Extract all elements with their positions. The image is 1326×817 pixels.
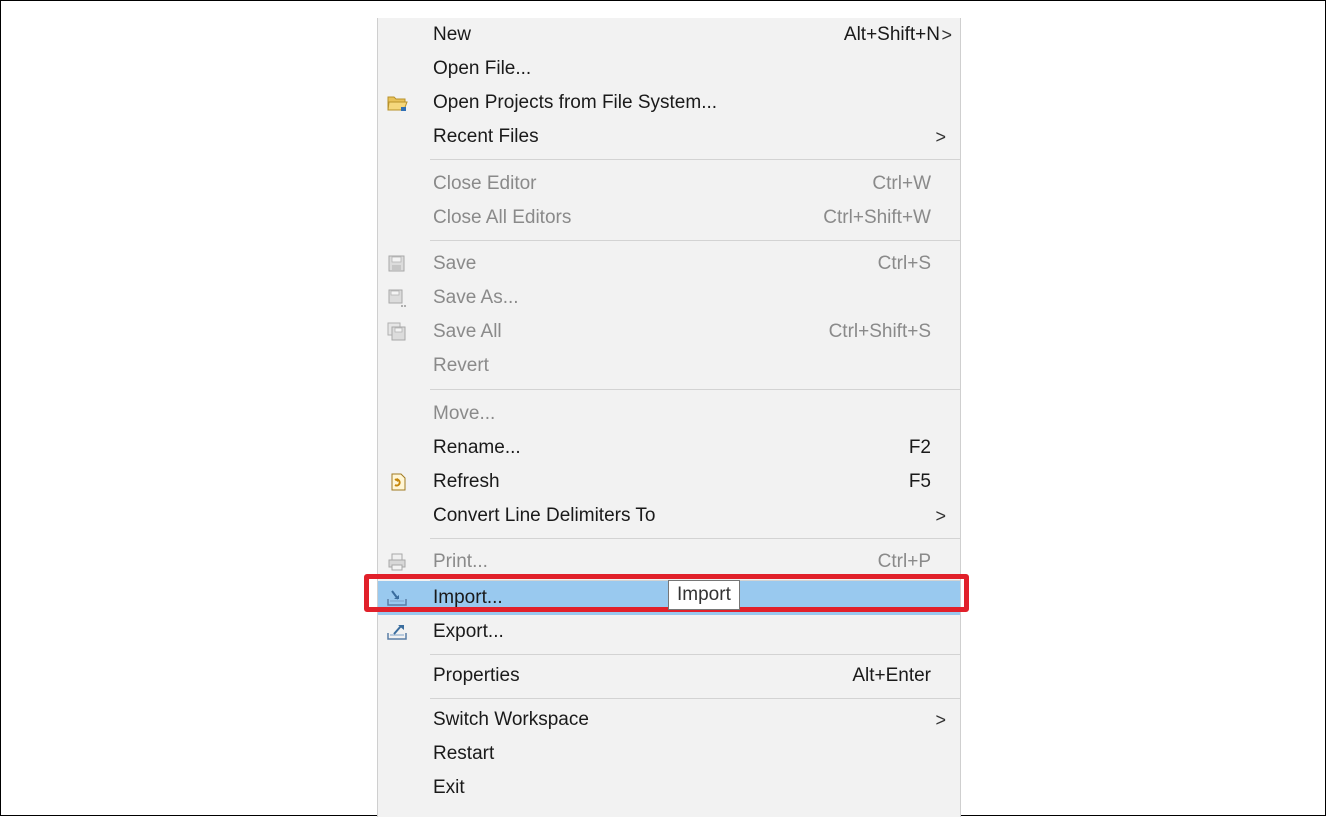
menu-item-label: Revert xyxy=(433,355,489,376)
menu-item-label: Open Projects from File System... xyxy=(433,92,718,113)
submenu-arrow-icon: > xyxy=(935,710,946,730)
submenu-arrow-icon: > xyxy=(935,127,946,147)
menu-item-properties[interactable]: Properties Alt+Enter xyxy=(378,659,960,693)
save-as-icon xyxy=(386,288,408,308)
menu-item-refresh[interactable]: Refresh F5 xyxy=(378,465,960,499)
menu-item-save-all[interactable]: Save All Ctrl+Shift+S xyxy=(378,315,960,349)
menu-item-convert-line-delimiters[interactable]: Convert Line Delimiters To > xyxy=(378,499,960,533)
menu-item-label: New xyxy=(433,24,472,45)
menu-item-rename[interactable]: Rename... F2 xyxy=(378,431,960,465)
menu-item-recent-files[interactable]: Recent Files > xyxy=(378,120,960,154)
screenshot-frame: New Alt+Shift+N > Open File... Open Proj… xyxy=(0,0,1326,817)
menu-item-shortcut: F2 xyxy=(908,437,931,458)
menu-separator xyxy=(430,698,960,699)
menu-item-close-editor[interactable]: Close Editor Ctrl+W xyxy=(378,167,960,201)
menu-item-shortcut: Ctrl+Shift+W xyxy=(823,207,931,228)
menu-item-label: Convert Line Delimiters To xyxy=(433,505,656,526)
file-menu: New Alt+Shift+N > Open File... Open Proj… xyxy=(377,18,961,817)
folder-icon xyxy=(386,93,408,113)
menu-separator xyxy=(430,159,960,160)
menu-item-exit[interactable]: Exit xyxy=(378,771,960,805)
menu-separator xyxy=(430,389,960,390)
menu-item-label: Exit xyxy=(433,777,465,798)
menu-item-shortcut: Ctrl+S xyxy=(877,253,931,274)
menu-item-open-file[interactable]: Open File... xyxy=(378,52,960,86)
print-icon xyxy=(386,552,408,572)
export-icon xyxy=(386,622,408,642)
menu-item-close-all-editors[interactable]: Close All Editors Ctrl+Shift+W xyxy=(378,201,960,235)
save-all-icon xyxy=(386,322,408,342)
menu-item-move[interactable]: Move... xyxy=(378,397,960,431)
callout-highlight-frame xyxy=(364,574,969,612)
submenu-arrow-icon: > xyxy=(941,25,952,45)
menu-item-shortcut: Alt+Enter xyxy=(852,665,931,686)
menu-separator xyxy=(430,654,960,655)
menu-item-shortcut: Ctrl+W xyxy=(872,173,931,194)
menu-item-label: Save xyxy=(433,253,477,274)
menu-item-shortcut: F5 xyxy=(908,471,931,492)
menu-item-revert[interactable]: Revert xyxy=(378,349,960,383)
menu-item-open-projects[interactable]: Open Projects from File System... xyxy=(378,86,960,120)
menu-item-label: Rename... xyxy=(433,437,521,458)
menu-item-label: Save All xyxy=(433,321,502,342)
refresh-icon xyxy=(386,472,408,492)
menu-item-label: Recent Files xyxy=(433,126,539,147)
menu-item-label: Restart xyxy=(433,743,495,764)
menu-item-label: Switch Workspace xyxy=(433,709,589,730)
menu-item-label: Move... xyxy=(433,403,496,424)
menu-item-label: Refresh xyxy=(433,471,500,492)
menu-item-restart[interactable]: Restart xyxy=(378,737,960,771)
menu-item-save-as[interactable]: Save As... xyxy=(378,281,960,315)
menu-item-label: Save As... xyxy=(433,287,519,308)
menu-item-switch-workspace[interactable]: Switch Workspace > xyxy=(378,703,960,737)
menu-item-label: Properties xyxy=(433,665,520,686)
menu-separator xyxy=(430,240,960,241)
menu-item-label: Open File... xyxy=(433,58,532,79)
menu-separator xyxy=(430,538,960,539)
import-tooltip: Import xyxy=(668,580,740,610)
submenu-arrow-icon: > xyxy=(935,506,946,526)
menu-item-export[interactable]: Export... xyxy=(378,615,960,649)
menu-item-new[interactable]: New Alt+Shift+N > xyxy=(378,18,960,52)
menu-item-label: Close All Editors xyxy=(433,207,572,228)
save-icon xyxy=(386,254,408,274)
menu-item-shortcut: Ctrl+Shift+S xyxy=(828,321,931,342)
menu-item-label: Close Editor xyxy=(433,173,537,194)
menu-item-label: Export... xyxy=(433,621,504,642)
menu-item-shortcut: Alt+Shift+N xyxy=(843,24,940,45)
menu-item-save[interactable]: Save Ctrl+S xyxy=(378,247,960,281)
